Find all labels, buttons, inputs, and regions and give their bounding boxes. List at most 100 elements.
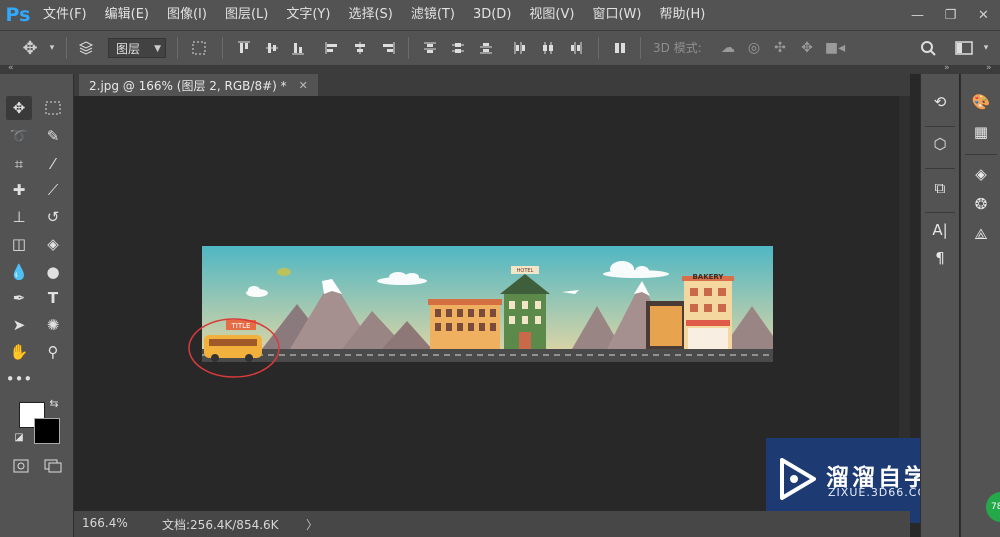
marquee-icon[interactable] — [40, 96, 66, 120]
dodge-icon[interactable]: ● — [40, 260, 66, 284]
eraser-icon[interactable]: ◫ — [6, 232, 32, 256]
path-select-icon[interactable]: ➤ — [6, 313, 32, 337]
paragraph-panel-icon[interactable]: ¶ — [927, 246, 953, 270]
apartment-building — [428, 299, 502, 349]
layers-panel-icon[interactable]: ◈ — [968, 162, 994, 186]
collapse-toolbox-icon[interactable]: « — [8, 63, 14, 73]
swatches-panel-icon[interactable]: ▦ — [968, 120, 994, 144]
menu-image[interactable]: 图像(I) — [158, 0, 216, 30]
screen-mode-icon[interactable] — [40, 454, 66, 478]
align-hcenter-icon[interactable] — [350, 38, 370, 58]
align-left-icon[interactable] — [322, 38, 342, 58]
menu-select[interactable]: 选择(S) — [339, 0, 401, 30]
bakery-sign: BAKERY — [692, 273, 724, 281]
3d-panel-icon[interactable]: ⬡ — [927, 132, 953, 156]
distribute-bottom-icon[interactable] — [476, 38, 496, 58]
collapse-panel-a-icon[interactable]: » — [944, 63, 950, 73]
collapse-panel-b-icon[interactable]: » — [986, 63, 992, 73]
workspace-chevron-icon[interactable]: ▾ — [976, 38, 996, 58]
close-button[interactable]: ✕ — [967, 0, 1000, 30]
menu-layer[interactable]: 图层(L) — [216, 0, 277, 30]
healing-brush-icon[interactable]: ✚ — [6, 178, 32, 202]
color-panel-icon[interactable]: 🎨 — [968, 90, 994, 114]
3d-roll-icon[interactable]: ◎ — [744, 38, 764, 58]
minimize-button[interactable]: — — [901, 0, 934, 30]
hand-icon[interactable]: ✋ — [6, 340, 32, 364]
3d-mode-label: 3D 模式: — [653, 41, 702, 55]
swap-colors-icon[interactable]: ⇆ — [46, 396, 62, 410]
panel-dock-a: ⟲ ⬡ ⧉ A| ¶ — [920, 74, 959, 537]
auto-select-dropdown[interactable]: 图层 ▼ — [108, 38, 166, 58]
lasso-icon[interactable]: ➰ — [6, 124, 32, 148]
clone-stamp-icon[interactable]: ⊥ — [6, 205, 32, 229]
3d-slide-icon[interactable]: ✥ — [797, 38, 817, 58]
window-controls: — ❐ ✕ — [901, 0, 1000, 30]
auto-align-icon[interactable] — [610, 38, 630, 58]
quick-select-icon[interactable]: ✎ — [40, 124, 66, 148]
document-image[interactable]: HOTEL BAKERY TITLE — [202, 246, 773, 362]
transform-controls-icon[interactable] — [189, 38, 209, 58]
paths-panel-icon[interactable]: ⧉ — [927, 176, 953, 200]
paint-bucket-icon[interactable]: ◈ — [40, 232, 66, 256]
distribute-top-icon[interactable] — [420, 38, 440, 58]
tool-preset-chevron-icon[interactable]: ▾ — [42, 38, 62, 58]
custom-shape-icon[interactable]: ✺ — [40, 313, 66, 337]
blimp — [277, 268, 291, 276]
brush-icon[interactable]: ⟋ — [40, 178, 66, 202]
blur-icon[interactable]: 💧 — [6, 260, 32, 284]
move-tool-icon[interactable]: ✥ — [20, 38, 40, 59]
menu-edit[interactable]: 编辑(E) — [96, 0, 158, 30]
3d-pan-icon[interactable]: ✣ — [770, 38, 790, 58]
3d-camera-icon[interactable]: ■◂ — [825, 38, 845, 58]
zoom-icon[interactable]: ⚲ — [40, 340, 66, 364]
workspace-icon[interactable] — [954, 38, 974, 58]
restore-button[interactable]: ❐ — [934, 0, 967, 30]
search-icon[interactable] — [918, 38, 938, 58]
zoom-level[interactable]: 166.4% — [82, 516, 128, 530]
menu-3d[interactable]: 3D(D) — [464, 0, 520, 30]
align-vcenter-icon[interactable] — [262, 38, 282, 58]
more-tools-icon[interactable]: ••• — [6, 367, 33, 391]
status-menu-arrow-icon[interactable]: 〉 — [306, 516, 318, 533]
align-bottom-icon[interactable] — [288, 38, 308, 58]
3d-orbit-icon[interactable]: ☁ — [718, 38, 738, 58]
menu-window[interactable]: 窗口(W) — [583, 0, 650, 30]
eyedropper-icon[interactable]: ⁄ — [40, 152, 66, 176]
document-size: 文档:256.4K/854.6K — [162, 518, 279, 532]
menu-help[interactable]: 帮助(H) — [650, 0, 714, 30]
separator — [598, 37, 599, 59]
panel-header-strip: « » » — [0, 63, 1000, 74]
channels-panel-icon[interactable]: ❂ — [968, 192, 994, 216]
divider — [925, 126, 955, 127]
options-bar: ✥ ▾ 图层 ▼ 3D 模式: ☁ ◎ ✣ ✥ ■◂ ▾ — [0, 30, 1000, 66]
highlight-circle — [188, 318, 280, 378]
menu-file[interactable]: 文件(F) — [34, 0, 96, 30]
auto-select-layers-icon[interactable] — [76, 38, 96, 58]
type-icon[interactable]: T — [40, 286, 66, 310]
align-right-icon[interactable] — [378, 38, 398, 58]
document-tab[interactable]: 2.jpg @ 166% (图层 2, RGB/8#) * ✕ — [79, 74, 318, 96]
menu-filter[interactable]: 滤镜(T) — [402, 0, 464, 30]
distribute-right-icon[interactable] — [566, 38, 586, 58]
document-tab-strip: 2.jpg @ 166% (图层 2, RGB/8#) * ✕ — [74, 74, 910, 96]
pen-icon[interactable]: ✒ — [6, 286, 32, 310]
menu-type[interactable]: 文字(Y) — [277, 0, 339, 30]
default-colors-icon[interactable]: ◪ — [12, 430, 26, 444]
align-top-icon[interactable] — [234, 38, 254, 58]
background-color-swatch[interactable] — [34, 418, 60, 444]
separator — [66, 37, 67, 59]
character-panel-icon[interactable]: A| — [927, 218, 953, 242]
crop-icon[interactable]: ⌗ — [6, 152, 32, 176]
quick-mask-icon[interactable] — [8, 454, 34, 478]
close-icon[interactable]: ✕ — [299, 79, 308, 92]
separator — [408, 37, 409, 59]
toolbox: ✥ ➰ ✎ ⌗ ⁄ ✚ ⟋ ⊥ ↺ ◫ ◈ 💧 ● ✒ T ➤ ✺ ✋ ⚲ ••… — [0, 74, 74, 537]
distribute-hcenter-icon[interactable] — [538, 38, 558, 58]
distribute-left-icon[interactable] — [510, 38, 530, 58]
menu-view[interactable]: 视图(V) — [520, 0, 583, 30]
distribute-vcenter-icon[interactable] — [448, 38, 468, 58]
paths-icon[interactable]: ⟁ — [968, 222, 994, 246]
history-brush-icon[interactable]: ↺ — [40, 205, 66, 229]
move-icon[interactable]: ✥ — [6, 96, 32, 120]
history-panel-icon[interactable]: ⟲ — [927, 90, 953, 114]
